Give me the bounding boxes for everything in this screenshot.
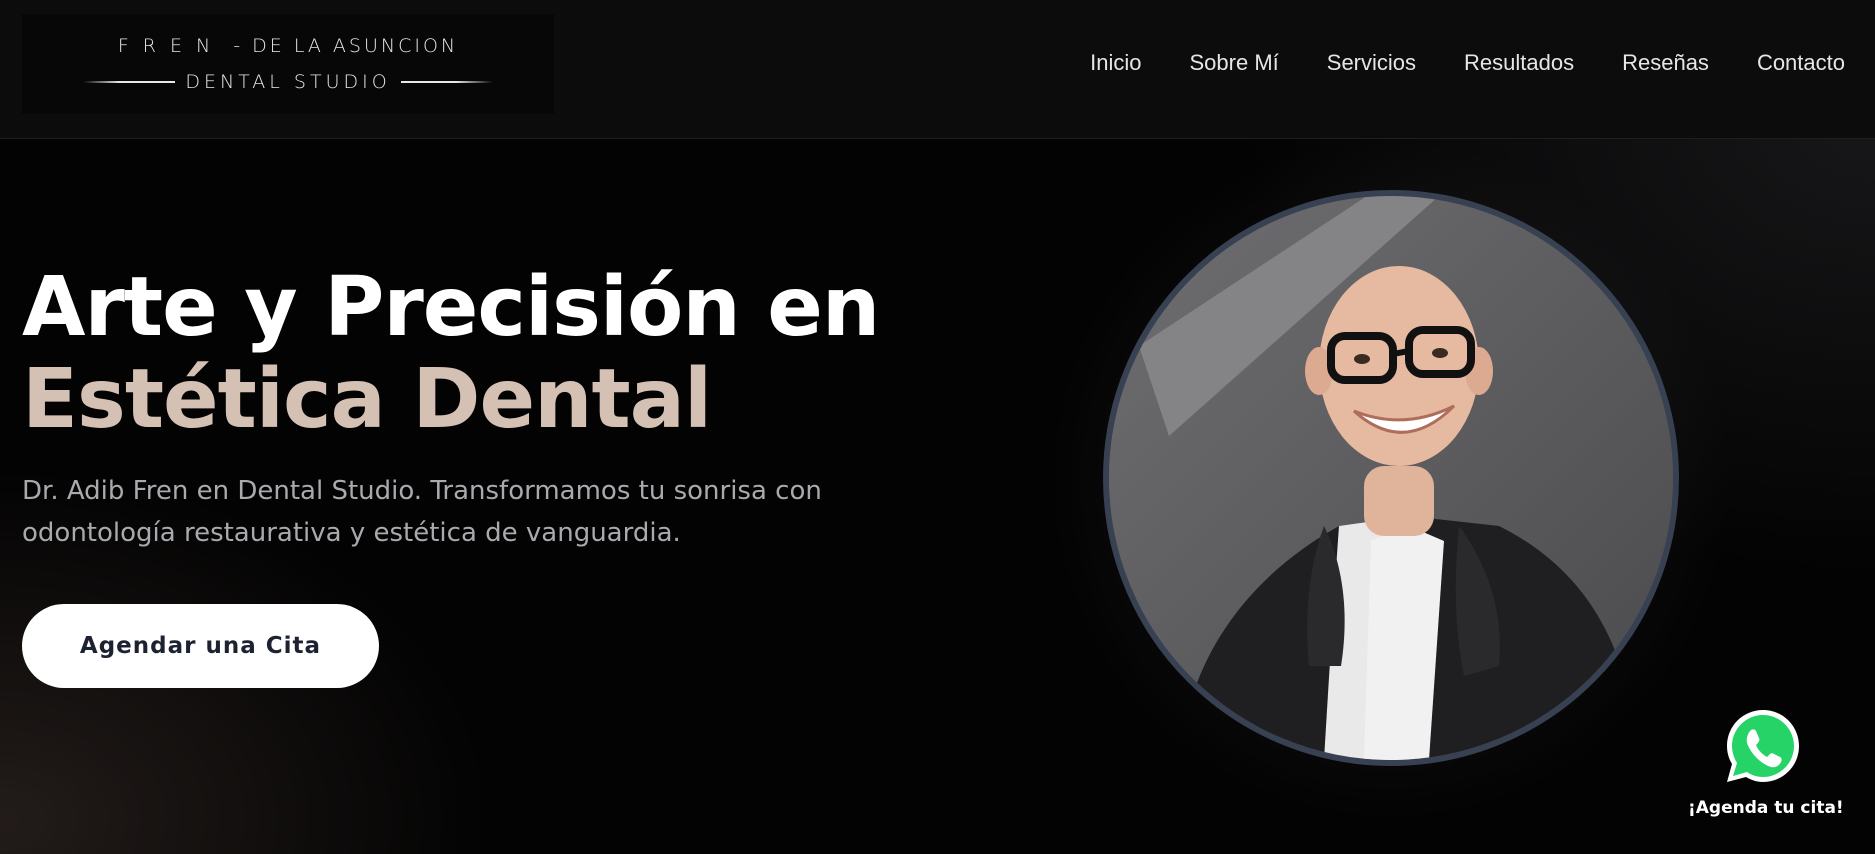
hero-title-line2: Estética Dental [22,352,712,447]
nav-item-sobre-mi[interactable]: Sobre Mí [1190,50,1279,76]
logo-dental-studio-text: DENTAL STUDIO [185,71,391,93]
nav-item-resultados[interactable]: Resultados [1464,50,1574,76]
doctor-portrait-illustration [1109,196,1673,760]
hero-title: Arte y Precisión en Estética Dental [22,260,880,447]
nav-item-resenas[interactable]: Reseñas [1622,50,1709,76]
brand-logo[interactable]: FREN - DE LA ASUNCION DENTAL STUDIO [22,14,554,114]
nav-item-servicios[interactable]: Servicios [1327,50,1416,76]
nav-item-inicio[interactable]: Inicio [1090,50,1141,76]
schedule-appointment-button[interactable]: Agendar una Cita [22,604,379,688]
logo-left-rule [83,81,176,83]
whatsapp-widget[interactable]: ¡Agenda tu cita! [1688,706,1844,818]
logo-top-text: FREN - DE LA ASUNCION [118,35,458,57]
logo-bottom-row: DENTAL STUDIO [83,71,493,93]
logo-fren-text: FREN [117,35,225,57]
site-header: FREN - DE LA ASUNCION DENTAL STUDIO Inic… [0,0,1875,139]
page: FREN - DE LA ASUNCION DENTAL STUDIO Inic… [0,0,1875,854]
hero-subtitle: Dr. Adib Fren en Dental Studio. Transfor… [22,476,822,548]
logo-right-rule [400,81,493,83]
doctor-portrait [1103,190,1679,766]
whatsapp-label: ¡Agenda tu cita! [1688,798,1844,818]
hero-title-line1: Arte y Precisión en [22,260,880,355]
main-nav: Inicio Sobre Mí Servicios Resultados Res… [1090,50,1845,76]
logo-asuncion-text: - DE LA ASUNCION [233,35,459,57]
whatsapp-icon[interactable] [1723,706,1803,786]
nav-item-contacto[interactable]: Contacto [1757,50,1845,76]
